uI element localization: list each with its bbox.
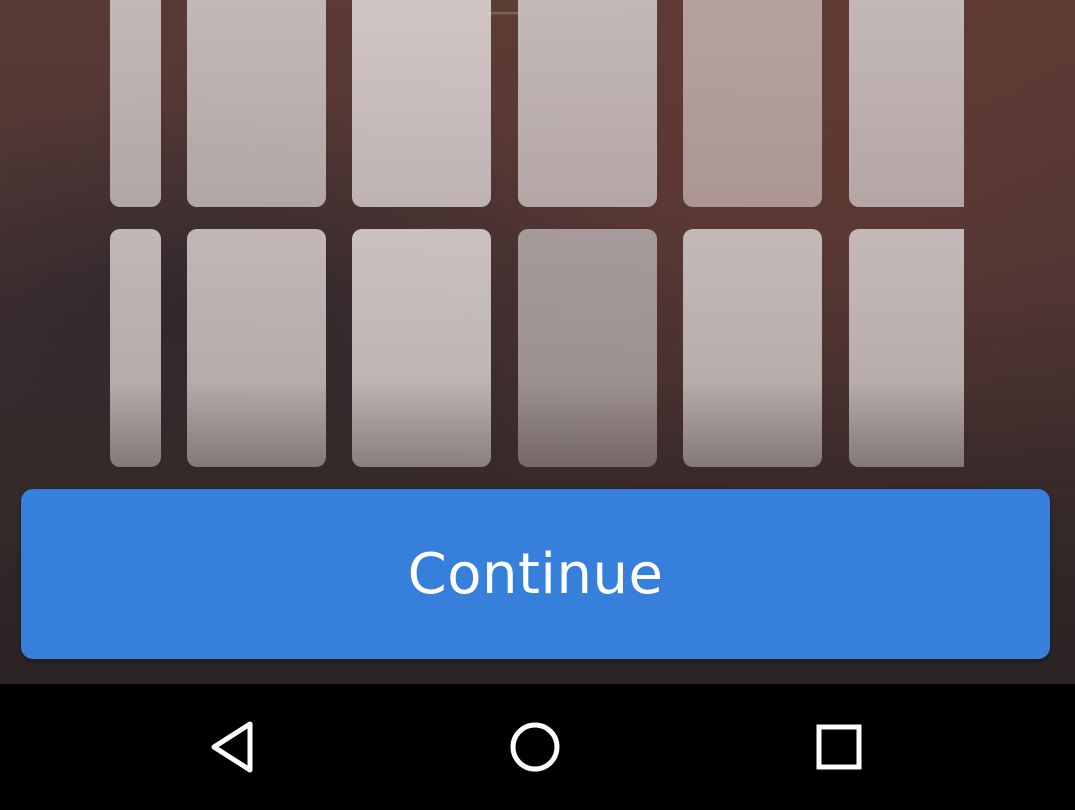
screen: Continue [0,0,1075,810]
grid-tile [187,229,326,467]
recents-square-icon [816,724,862,770]
grid-tile [187,0,326,207]
grid-tile [110,0,161,207]
nav-back-button[interactable] [187,702,277,792]
nav-home-button[interactable] [490,702,580,792]
grid-tile [683,229,822,467]
grid-tile [110,229,161,467]
grid-tile [518,0,657,207]
nav-recents-button[interactable] [794,702,884,792]
grid-tile [849,229,964,467]
navigation-bar [0,684,1075,810]
grid-tile [849,0,964,207]
back-triangle-icon [211,721,253,773]
grid-tile [683,0,822,207]
continue-button[interactable]: Continue [21,489,1050,659]
continue-button-label: Continue [407,541,664,607]
grid-tile [352,229,491,467]
grid-tile [352,0,491,207]
home-circle-icon [510,722,560,772]
grid-tile [518,229,657,467]
app-background: Continue [0,0,1075,684]
